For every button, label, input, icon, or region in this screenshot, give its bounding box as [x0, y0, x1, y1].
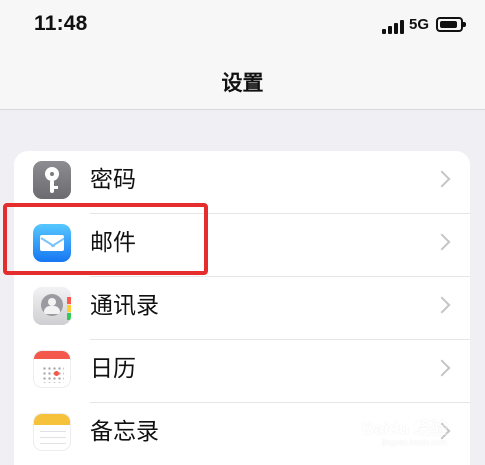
status-time: 11:48: [34, 12, 88, 35]
paw-icon: [406, 415, 420, 429]
navigation-bar: 设置: [0, 52, 485, 110]
settings-row-label: 日历: [90, 356, 136, 382]
notes-icon: [33, 413, 71, 451]
chevron-right-icon: [433, 170, 451, 188]
watermark-text: Baidu 经验: [362, 419, 448, 438]
watermark-subtext: jingyan.baidu.com: [382, 438, 447, 447]
settings-row-mail[interactable]: 邮件: [14, 214, 470, 277]
page-title: 设置: [221, 71, 264, 95]
settings-row-label: 邮件: [90, 230, 136, 256]
network-type: 5G: [409, 16, 430, 33]
chevron-right-icon: [433, 359, 451, 377]
chevron-right-icon: [433, 296, 451, 314]
contacts-icon: [33, 287, 71, 325]
settings-row-label: 密码: [90, 167, 136, 193]
settings-row-passwords[interactable]: 密码: [14, 151, 470, 214]
ios-settings-screen: 11:48 5G 设置 密码 邮件 通讯录 日历 备忘录 Baidu 经验 ji…: [0, 0, 485, 465]
calendar-icon: [33, 350, 71, 388]
settings-row-calendar[interactable]: 日历: [14, 340, 470, 403]
chevron-right-icon: [433, 233, 451, 251]
key-icon: [33, 161, 71, 199]
baidu-watermark: Baidu 经验 jingyan.baidu.com: [362, 414, 470, 456]
signal-icon: [382, 18, 404, 34]
settings-row-label: 备忘录: [90, 419, 159, 445]
mail-icon: [33, 224, 71, 262]
settings-row-contacts[interactable]: 通讯录: [14, 277, 470, 340]
battery-icon: [436, 17, 466, 32]
status-bar: 11:48 5G: [0, 0, 485, 52]
settings-row-label: 通讯录: [90, 293, 159, 319]
